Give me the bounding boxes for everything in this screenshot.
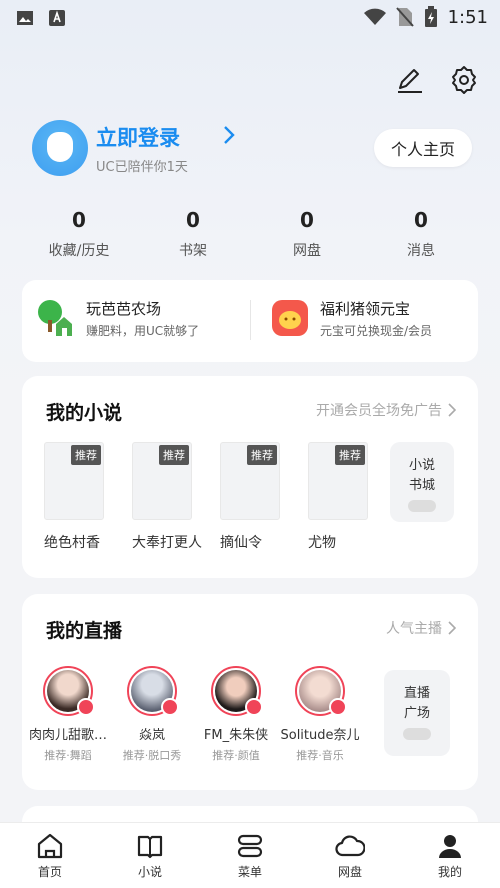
stat-history[interactable]: 0 收藏/历史 xyxy=(22,208,136,260)
recommend-tag: 推荐 xyxy=(71,445,101,465)
cloud-icon xyxy=(335,835,365,857)
book-item[interactable]: 推荐 尤物 xyxy=(308,442,368,552)
piggy-promo[interactable]: 福利猪领元宝 元宝可兑换现金/会员 xyxy=(270,298,470,344)
battery-charging-icon xyxy=(424,6,437,27)
edit-icon[interactable] xyxy=(394,64,426,96)
book-cover: 推荐 xyxy=(308,442,368,520)
recommend-tag: 推荐 xyxy=(335,445,365,465)
piggy-icon xyxy=(272,300,308,336)
book-icon xyxy=(137,835,163,859)
farm-icon xyxy=(38,300,72,336)
user-icon xyxy=(439,835,461,858)
profile-header: 立即登录 UC已陪伴你1天 个人主页 xyxy=(32,120,472,180)
novel-store-button[interactable]: 小说 书城 xyxy=(390,442,454,522)
live-badge-icon xyxy=(77,698,95,716)
nav-menu[interactable]: 菜单 xyxy=(200,823,300,888)
stat-cloud[interactable]: 0 网盘 xyxy=(250,208,364,260)
status-bar: 1:51 xyxy=(0,0,500,36)
arrow-pill-icon xyxy=(403,728,431,740)
promo-card: 玩芭芭农场 赚肥料，用UC就够了 福利猪领元宝 元宝可兑换现金/会员 xyxy=(22,280,478,362)
home-icon xyxy=(37,833,63,859)
stat-bookshelf[interactable]: 0 书架 xyxy=(136,208,250,260)
my-live-card: 我的直播 人气主播 肉肉儿甜歌… 推荐·舞蹈 焱岚 推荐·脱口秀 FM_朱朱侠 … xyxy=(22,594,478,790)
avatar[interactable] xyxy=(32,120,88,176)
novels-title: 我的小说 xyxy=(46,402,123,424)
app-notification-icon xyxy=(49,10,65,26)
farm-promo[interactable]: 玩芭芭农场 赚肥料，用UC就够了 xyxy=(36,298,246,344)
chevron-right-icon xyxy=(448,403,456,417)
book-item[interactable]: 推荐 大奉打更人 xyxy=(132,442,202,552)
stat-messages[interactable]: 0 消息 xyxy=(364,208,478,260)
image-icon xyxy=(17,11,33,25)
book-item[interactable]: 推荐 绝色村香 xyxy=(44,442,104,552)
chevron-right-icon xyxy=(448,621,456,635)
live-badge-icon xyxy=(245,698,263,716)
my-novels-card: 我的小说 开通会员全场免广告 推荐 绝色村香 推荐 大奉打更人 推荐 摘仙令 推荐 尤物… xyxy=(22,376,478,578)
login-link[interactable]: 立即登录 xyxy=(96,122,180,152)
book-item[interactable]: 推荐 摘仙令 xyxy=(220,442,280,552)
streamer-item[interactable]: Solitude奈儿 推荐·音乐 xyxy=(280,666,360,763)
book-cover: 推荐 xyxy=(44,442,104,520)
stats-row: 0 收藏/历史 0 书架 0 网盘 0 消息 xyxy=(22,208,478,260)
bottom-nav: 首页 小说 菜单 网盘 我的 xyxy=(0,822,500,888)
live-badge-icon xyxy=(161,698,179,716)
clock: 1:51 xyxy=(447,6,488,28)
menu-icon xyxy=(237,834,263,858)
novels-more-link[interactable]: 开通会员全场免广告 xyxy=(316,400,456,420)
streamer-item[interactable]: 肉肉儿甜歌… 推荐·舞蹈 xyxy=(29,666,107,763)
wifi-icon xyxy=(363,8,386,25)
nav-home[interactable]: 首页 xyxy=(0,823,100,888)
book-cover: 推荐 xyxy=(220,442,280,520)
personal-home-button[interactable]: 个人主页 xyxy=(374,129,472,167)
live-plaza-button[interactable]: 直播 广场 xyxy=(384,670,450,756)
nav-novel[interactable]: 小说 xyxy=(100,823,200,888)
streamer-item[interactable]: 焱岚 推荐·脱口秀 xyxy=(120,666,184,763)
profile-subtitle: UC已陪伴你1天 xyxy=(96,160,188,175)
promo-divider xyxy=(250,300,251,340)
live-badge-icon xyxy=(329,698,347,716)
recommend-tag: 推荐 xyxy=(247,445,277,465)
live-title: 我的直播 xyxy=(46,620,123,642)
arrow-pill-icon xyxy=(408,500,436,512)
chevron-right-icon[interactable] xyxy=(222,124,236,146)
nav-cloud[interactable]: 网盘 xyxy=(300,823,400,888)
recommend-tag: 推荐 xyxy=(159,445,189,465)
live-more-link[interactable]: 人气主播 xyxy=(386,618,456,638)
no-sim-icon xyxy=(395,7,414,27)
settings-icon[interactable] xyxy=(448,64,480,96)
streamer-item[interactable]: FM_朱朱侠 推荐·颜值 xyxy=(204,666,268,763)
book-cover: 推荐 xyxy=(132,442,192,520)
nav-me[interactable]: 我的 xyxy=(400,823,500,888)
